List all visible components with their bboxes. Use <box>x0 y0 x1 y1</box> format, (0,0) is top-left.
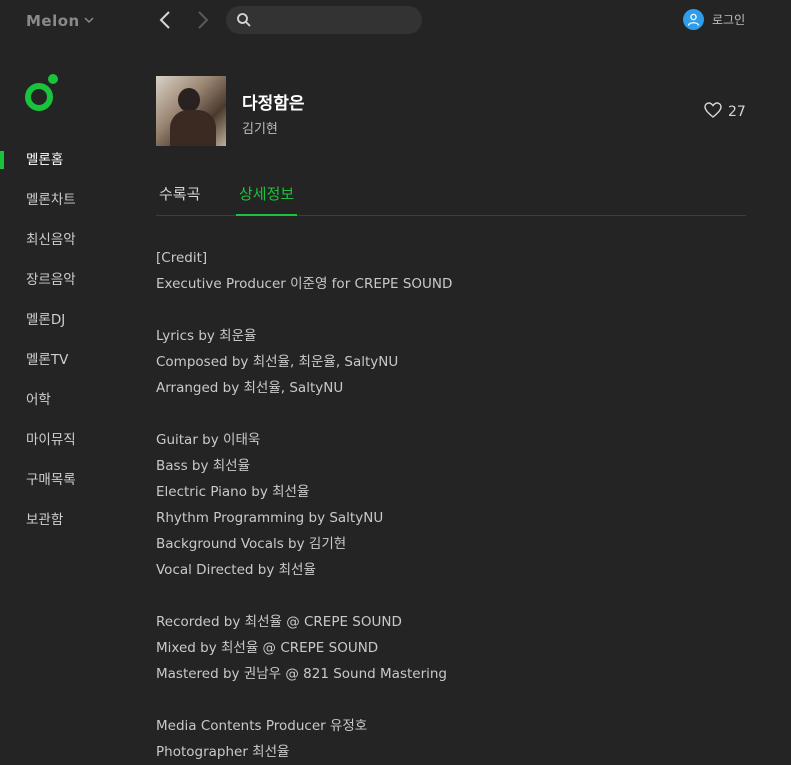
sidebar-nav: 멜론홈 멜론차트 최신음악 장르음악 멜론DJ 멜론TV 어학 마이뮤직 구매목… <box>26 148 136 548</box>
like-count: 27 <box>728 104 746 120</box>
user-icon <box>683 9 704 30</box>
login-label: 로그인 <box>712 13 746 27</box>
credit-line: Media Contents Producer 유정호 <box>156 718 368 734</box>
credit-line: Electric Piano by 최선율 <box>156 484 310 500</box>
login-button[interactable]: 로그인 <box>683 9 745 30</box>
sidebar-item-genre-music[interactable]: 장르음악 <box>26 268 136 308</box>
credit-line: Recorded by 최선율 @ CREPE SOUND <box>156 614 402 630</box>
credit-line: Arranged by 최선율, SaltyNU <box>156 380 344 396</box>
search-icon[interactable] <box>236 12 252 28</box>
melon-symbol-logo[interactable] <box>24 72 60 114</box>
credit-line: Lyrics by 최운율 <box>156 328 257 344</box>
credit-line: [Credit] <box>156 250 208 266</box>
sidebar-item-purchases[interactable]: 구매목록 <box>26 468 136 508</box>
like-button[interactable]: 27 <box>704 102 746 122</box>
tab-details[interactable]: 상세정보 <box>236 183 298 216</box>
chevron-down-icon[interactable] <box>84 16 94 27</box>
sidebar-item-my-music[interactable]: 마이뮤직 <box>26 428 136 468</box>
sidebar-item-language[interactable]: 어학 <box>26 388 136 428</box>
credit-line: Mixed by 최선율 @ CREPE SOUND <box>156 640 379 656</box>
album-title: 다정함은 <box>242 94 305 114</box>
search-input[interactable] <box>226 6 422 34</box>
sidebar-item-melon-home[interactable]: 멜론홈 <box>26 148 136 188</box>
credit-line: Executive Producer 이준영 for CREPE SOUND <box>156 276 453 292</box>
credit-line: Background Vocals by 김기현 <box>156 536 347 552</box>
logo-text: Melon <box>26 12 80 30</box>
cover-figure-head <box>178 88 200 112</box>
tab-tracklist[interactable]: 수록곡 <box>159 183 200 214</box>
album-artist[interactable]: 김기현 <box>242 118 278 137</box>
cover-figure-body <box>170 110 216 146</box>
credit-line: Bass by 최선율 <box>156 458 251 474</box>
sidebar-item-melon-chart[interactable]: 멜론차트 <box>26 188 136 228</box>
album-tabs: 수록곡 상세정보 <box>156 177 746 216</box>
credit-line: Composed by 최선율, 최운율, SaltyNU <box>156 354 399 370</box>
credit-line: Photographer 최선율 <box>156 744 290 760</box>
sidebar-item-library[interactable]: 보관함 <box>26 508 136 548</box>
credit-line: Guitar by 이태욱 <box>156 432 261 448</box>
history-nav <box>156 8 212 32</box>
heart-icon <box>704 102 722 122</box>
sidebar-item-melon-dj[interactable]: 멜론DJ <box>26 308 136 348</box>
melon-logo[interactable]: Melon <box>26 12 94 30</box>
sidebar-item-latest-music[interactable]: 최신음악 <box>26 228 136 268</box>
sidebar-item-melon-tv[interactable]: 멜론TV <box>26 348 136 388</box>
credit-line: Rhythm Programming by SaltyNU <box>156 510 384 526</box>
active-indicator <box>0 151 4 169</box>
album-cover[interactable] <box>156 76 226 146</box>
forward-arrow-icon[interactable] <box>192 8 212 32</box>
credit-line: Mastered by 권남우 @ 821 Sound Mastering <box>156 666 448 682</box>
detail-info: [Credit] Executive Producer 이준영 for CREP… <box>156 245 746 765</box>
credit-line: Vocal Directed by 최선율 <box>156 562 316 578</box>
back-arrow-icon[interactable] <box>156 8 176 32</box>
